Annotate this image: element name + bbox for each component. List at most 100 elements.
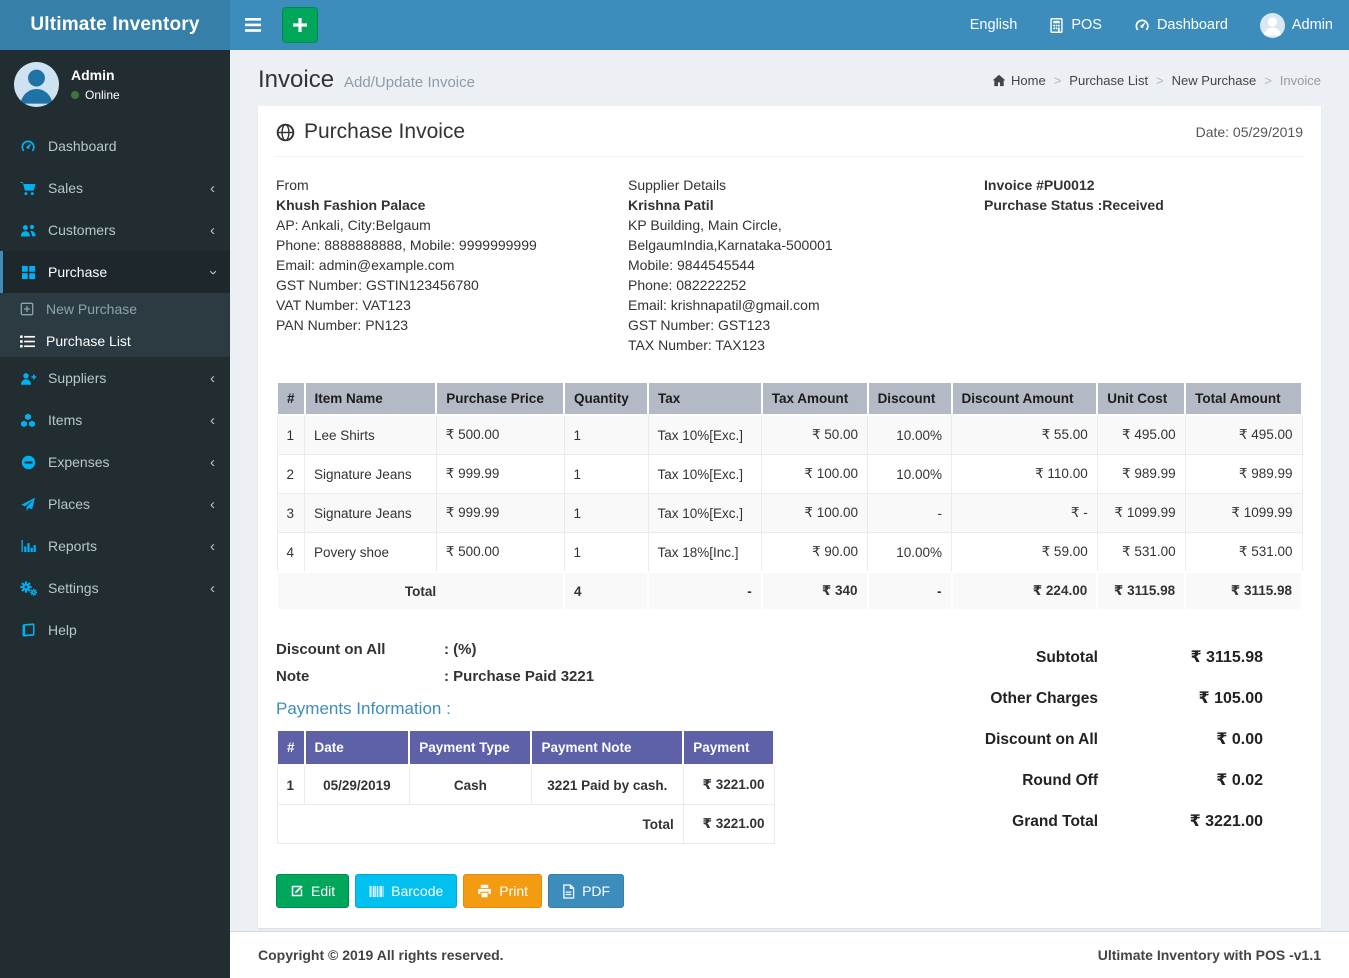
edit-icon [290,884,304,898]
summary-value: ₹ 105.00 [1198,690,1263,707]
gears-icon [18,580,38,596]
sidebar: Admin Online Dashboard Sales ‹ Customers [0,50,230,978]
barcode-button-label: Barcode [391,883,444,899]
sidebar-user-panel: Admin Online [0,50,230,121]
sidebar-item-settings[interactable]: Settings ‹ [0,567,230,609]
cell: ₹ 989.99 [1184,454,1303,494]
cell: 10.00% [867,454,953,494]
pdf-button[interactable]: PDF [548,874,625,908]
cell: ₹ 495.00 [1096,414,1186,455]
breadcrumb-new-purchase[interactable]: New Purchase [1172,73,1257,88]
sidebar-item-purchase-list[interactable]: Purchase List [0,325,230,357]
brand-logo[interactable]: Ultimate Inventory [0,0,230,50]
online-status-dot [71,91,79,99]
payment-row: 1 05/29/2019 Cash 3221 Paid by cash. ₹ 3… [276,764,775,805]
invoice-number: Invoice #PU0012 [984,177,1095,193]
cell: ₹ 110.00 [951,454,1098,494]
nav-dashboard[interactable]: Dashboard [1118,0,1244,50]
sidebar-item-customers[interactable]: Customers ‹ [0,209,230,251]
total-qty: 4 [563,571,649,611]
cell: ₹ 100.00 [761,493,869,533]
plus-square-icon [18,302,36,316]
cell: ₹ 989.99 [1096,454,1186,494]
col-header: Unit Cost [1096,381,1187,416]
sidebar-item-sales[interactable]: Sales ‹ [0,167,230,209]
summary-row: Discount on All ₹ 0.00 [903,729,1263,749]
sidebar-user-name: Admin [71,67,115,83]
print-button[interactable]: Print [463,874,543,908]
sidebar-item-expenses[interactable]: Expenses ‹ [0,441,230,483]
summary-label: Subtotal [1036,649,1098,666]
discount-on-all-row: Discount on All : (%) [276,641,776,658]
nav-pos[interactable]: POS [1033,0,1118,50]
total-discount-amount: ₹ 224.00 [950,571,1099,611]
chevron-left-icon: ‹ [210,369,215,387]
calculator-icon [1049,17,1064,33]
supplier-line: Email: krishnapatil@gmail.com [628,297,820,313]
sidebar-item-suppliers[interactable]: Suppliers ‹ [0,357,230,399]
cell: Signature Jeans [304,454,437,494]
barcode-icon [369,885,384,898]
paper-plane-icon [18,497,38,512]
supplier-line: GST Number: GST123 [628,317,771,333]
quick-add-button[interactable] [282,7,318,43]
cell: ₹ 495.00 [1184,414,1303,455]
edit-button-label: Edit [311,883,336,899]
col-header: Purchase Price [435,381,566,416]
pdf-button-label: PDF [582,883,611,899]
sidebar-item-help[interactable]: Help [0,609,230,651]
hamburger-icon [245,18,261,32]
breadcrumb-separator: > [1156,73,1164,88]
sidebar-item-new-purchase[interactable]: New Purchase [0,293,230,325]
sidebar-item-purchase[interactable]: Purchase ‹ [0,251,230,293]
sidebar-item-reports[interactable]: Reports ‹ [0,525,230,567]
breadcrumb-separator: > [1053,73,1062,88]
sidebar-toggle-button[interactable] [230,0,276,50]
cell: 1 [563,414,649,455]
col-header: Discount [866,381,953,416]
sidebar-item-places[interactable]: Places ‹ [0,483,230,525]
edit-button[interactable]: Edit [276,874,350,908]
nav-dashboard-label: Dashboard [1156,17,1228,33]
cell: Cash [408,764,532,805]
cell: Tax 10%[Exc.] [647,414,763,455]
breadcrumb-home[interactable]: Home [992,73,1046,88]
table-row: 1 Lee Shirts ₹ 500.00 1 Tax 10%[Exc.] ₹ … [276,414,1303,455]
lower-section: Discount on All : (%) Note : Purchase Pa… [276,641,1303,852]
col-header: Tax [647,381,763,416]
from-line: AP: Ankali, City:Belgaum [276,217,431,233]
nav-language[interactable]: English [954,0,1034,50]
from-line: VAT Number: VAT123 [276,297,411,313]
breadcrumb-current: Invoice [1279,73,1321,88]
cell: 1 [276,414,306,455]
bar-chart-icon [18,539,38,553]
payments-title: Payments Information : [276,699,451,718]
nav-user[interactable]: Admin [1244,0,1349,50]
sidebar-item-items[interactable]: Items ‹ [0,399,230,441]
invoice-title-row: Purchase Invoice Date: 05/29/2019 [276,120,1303,157]
col-header: Quantity [563,381,649,416]
users-icon [18,223,38,238]
supplier-line: Mobile: 9844545544 [628,257,755,273]
home-icon [992,74,1006,87]
invoice-date: Date: 05/29/2019 [1195,124,1303,140]
breadcrumb-purchase-list[interactable]: Purchase List [1069,73,1148,88]
cell: ₹ 999.99 [435,493,565,533]
plus-icon [293,18,307,32]
cell: ₹ 531.00 [1096,532,1186,573]
sidebar-item-label: Places [48,496,91,512]
col-header: Tax Amount [760,381,869,416]
chevron-down-icon: ‹ [204,269,221,275]
cart-icon [18,181,38,196]
user-avatar[interactable] [14,62,59,107]
from-heading: From [276,177,309,193]
footer-version: Ultimate Inventory with POS -v1.1 [1097,947,1321,963]
sidebar-item-label: Dashboard [48,138,117,154]
supplier-line: KP Building, Main Circle, BelgaumIndia,K… [628,217,833,253]
table-row: 3 Signature Jeans ₹ 999.99 1 Tax 10%[Exc… [276,493,1303,533]
cell: 10.00% [867,414,953,455]
invoice-summary: Subtotal ₹ 3115.98 Other Charges ₹ 105.0… [903,641,1303,852]
barcode-button[interactable]: Barcode [355,874,458,908]
chevron-left-icon: ‹ [210,579,215,597]
sidebar-item-dashboard[interactable]: Dashboard [0,125,230,167]
